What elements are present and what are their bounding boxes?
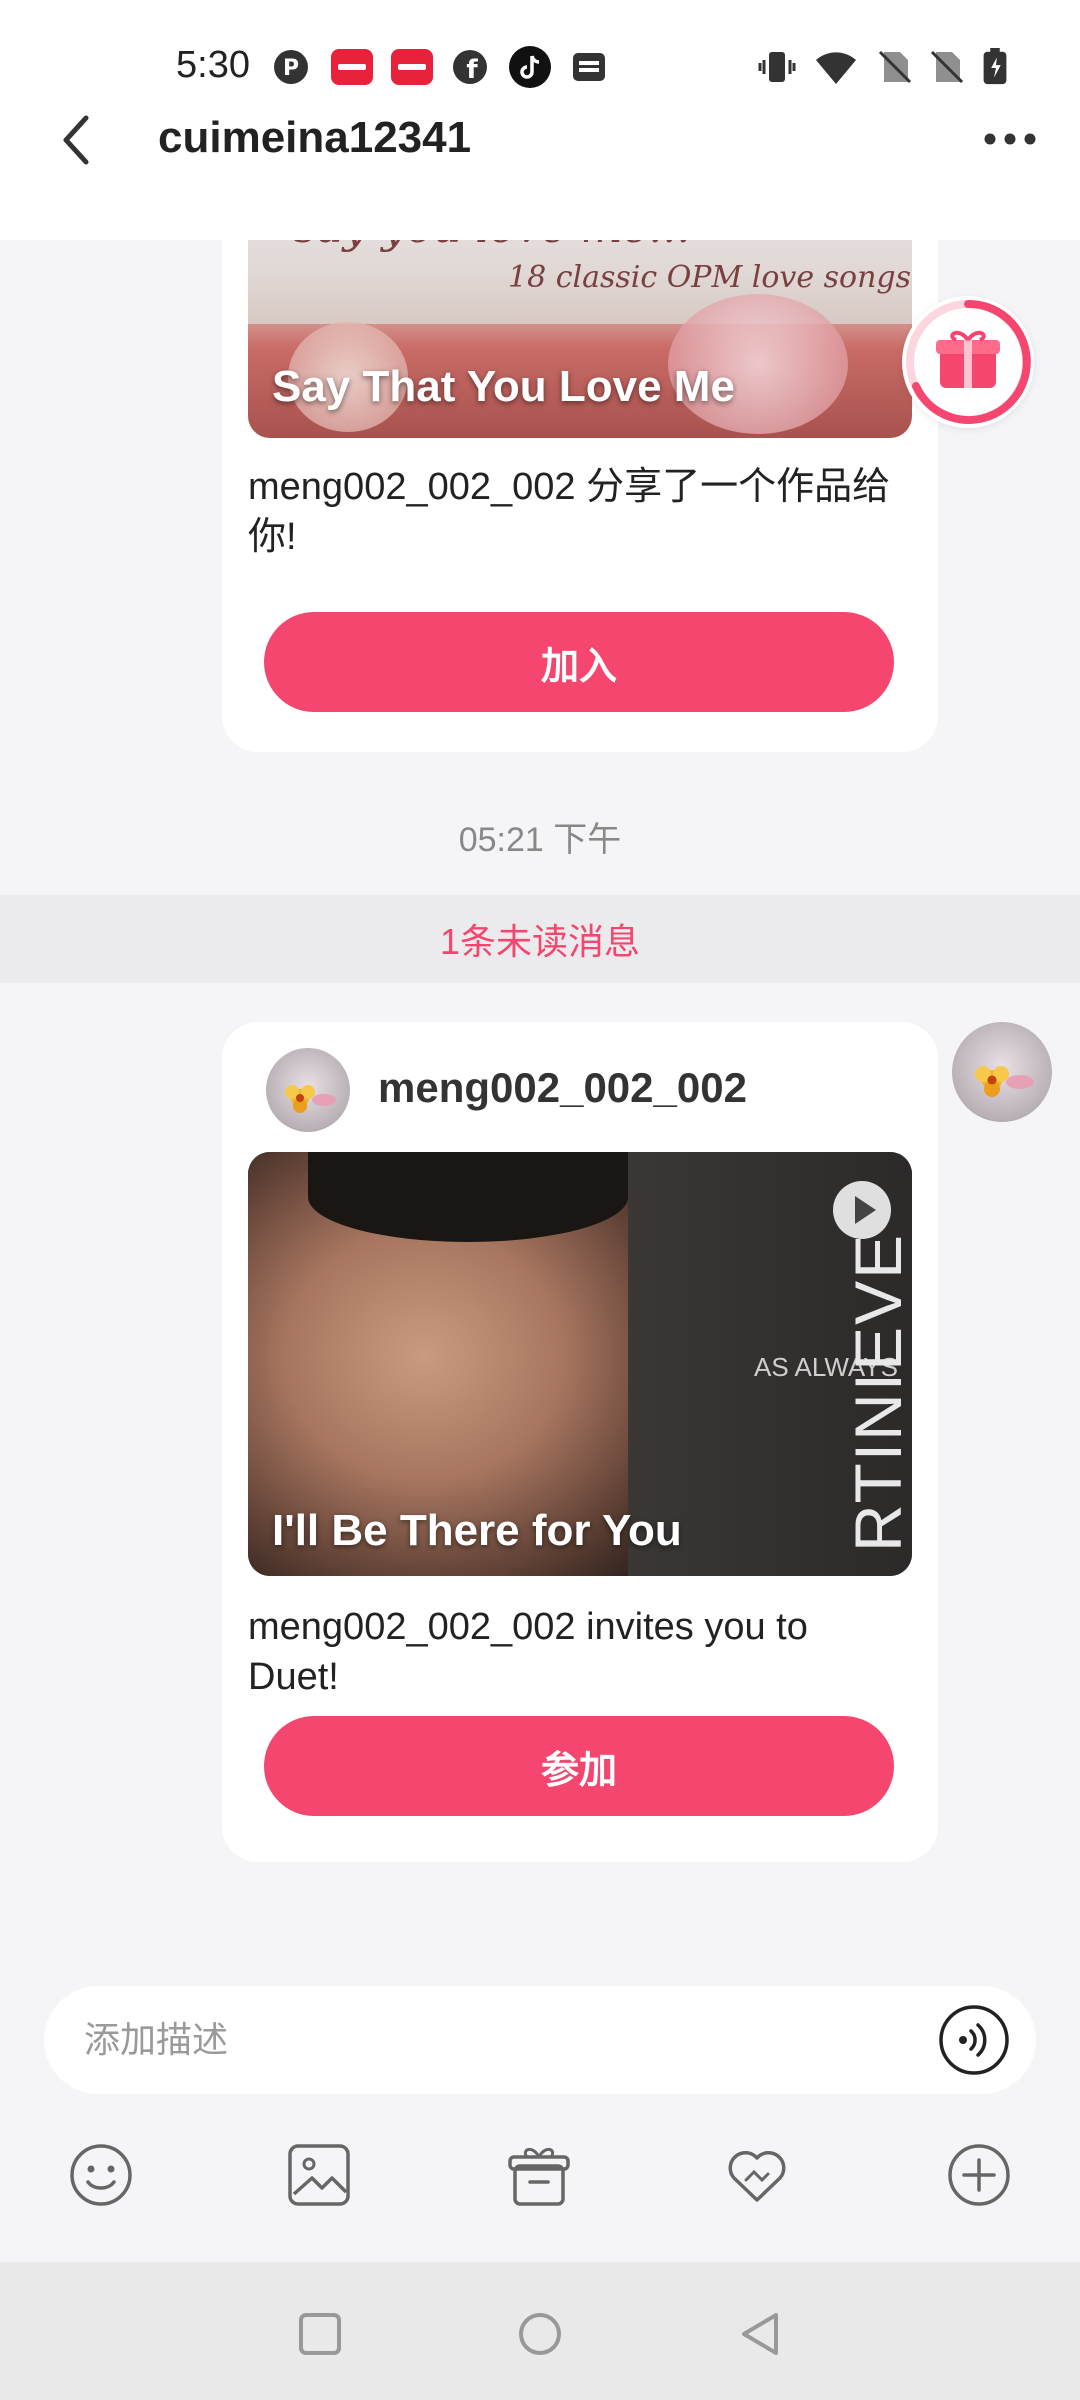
facebook-icon: f xyxy=(453,50,487,85)
duet-invite-card: meng002_002_002 AS ALWAYS RTINIEVE I'll … xyxy=(222,1022,938,1862)
unread-notice[interactable]: 1条未读消息 xyxy=(0,895,1080,983)
song-share-card: say you love me... 18 classic OPM love s… xyxy=(222,190,938,752)
no-sim-icon xyxy=(930,50,964,84)
thumb-sub-text: 18 classic OPM love songs xyxy=(508,260,912,295)
share-message-text: meng002_002_002 分享了一个作品给你! xyxy=(248,466,891,558)
xiaohongshu-icon xyxy=(391,49,433,85)
flower-icon xyxy=(285,1085,336,1113)
battery-charging-icon xyxy=(983,48,1007,85)
recents-icon[interactable] xyxy=(296,2310,344,2358)
more-dots-icon[interactable] xyxy=(980,124,1040,154)
xiaohongshu-icon xyxy=(331,49,373,85)
vibrate-icon xyxy=(758,52,796,82)
emoji-icon[interactable] xyxy=(68,2142,134,2208)
no-sim-icon xyxy=(878,50,912,84)
message-timestamp: 05:21 下午 xyxy=(458,821,622,859)
participate-button[interactable]: 参加 xyxy=(264,1716,894,1816)
song-title: Say That You Love Me xyxy=(272,362,735,411)
sender-name: meng002_002_002 xyxy=(378,1064,747,1111)
sender-avatar[interactable] xyxy=(266,1048,350,1132)
my-avatar[interactable] xyxy=(952,1022,1052,1122)
flower-icon xyxy=(975,1066,1034,1097)
play-icon[interactable] xyxy=(830,1178,894,1242)
chat-title: cuimeina12341 xyxy=(158,113,472,162)
gift-progress-ring-icon xyxy=(906,299,1031,424)
image-icon[interactable] xyxy=(286,2142,352,2208)
svg-text:P: P xyxy=(283,56,299,81)
home-icon[interactable] xyxy=(516,2310,564,2358)
duet-thumbnail[interactable]: AS ALWAYS RTINIEVE I'll Be There for You xyxy=(248,1152,912,1576)
back-icon[interactable] xyxy=(736,2310,784,2358)
voice-input-icon[interactable] xyxy=(938,2004,1010,2076)
svg-text:f: f xyxy=(466,55,478,85)
gift-float-button[interactable] xyxy=(902,296,1034,428)
message-input[interactable] xyxy=(84,1986,884,2094)
message-input-bar xyxy=(44,1986,1036,2094)
gift-box-icon[interactable] xyxy=(506,2142,572,2208)
tiktok-icon xyxy=(509,46,551,88)
status-time: 5:30 xyxy=(176,44,250,86)
chevron-left-icon[interactable] xyxy=(52,110,102,170)
inbox-icon xyxy=(573,53,605,81)
join-button[interactable]: 加入 xyxy=(264,612,894,712)
pinterest-icon: P xyxy=(274,50,308,84)
duet-message-text: meng002_002_002 invites you to Duet! xyxy=(248,1606,808,1698)
add-icon[interactable] xyxy=(946,2142,1012,2208)
duet-song-title: I'll Be There for You xyxy=(272,1506,682,1555)
wifi-icon xyxy=(816,52,856,84)
heart-handshake-icon[interactable] xyxy=(724,2142,790,2208)
